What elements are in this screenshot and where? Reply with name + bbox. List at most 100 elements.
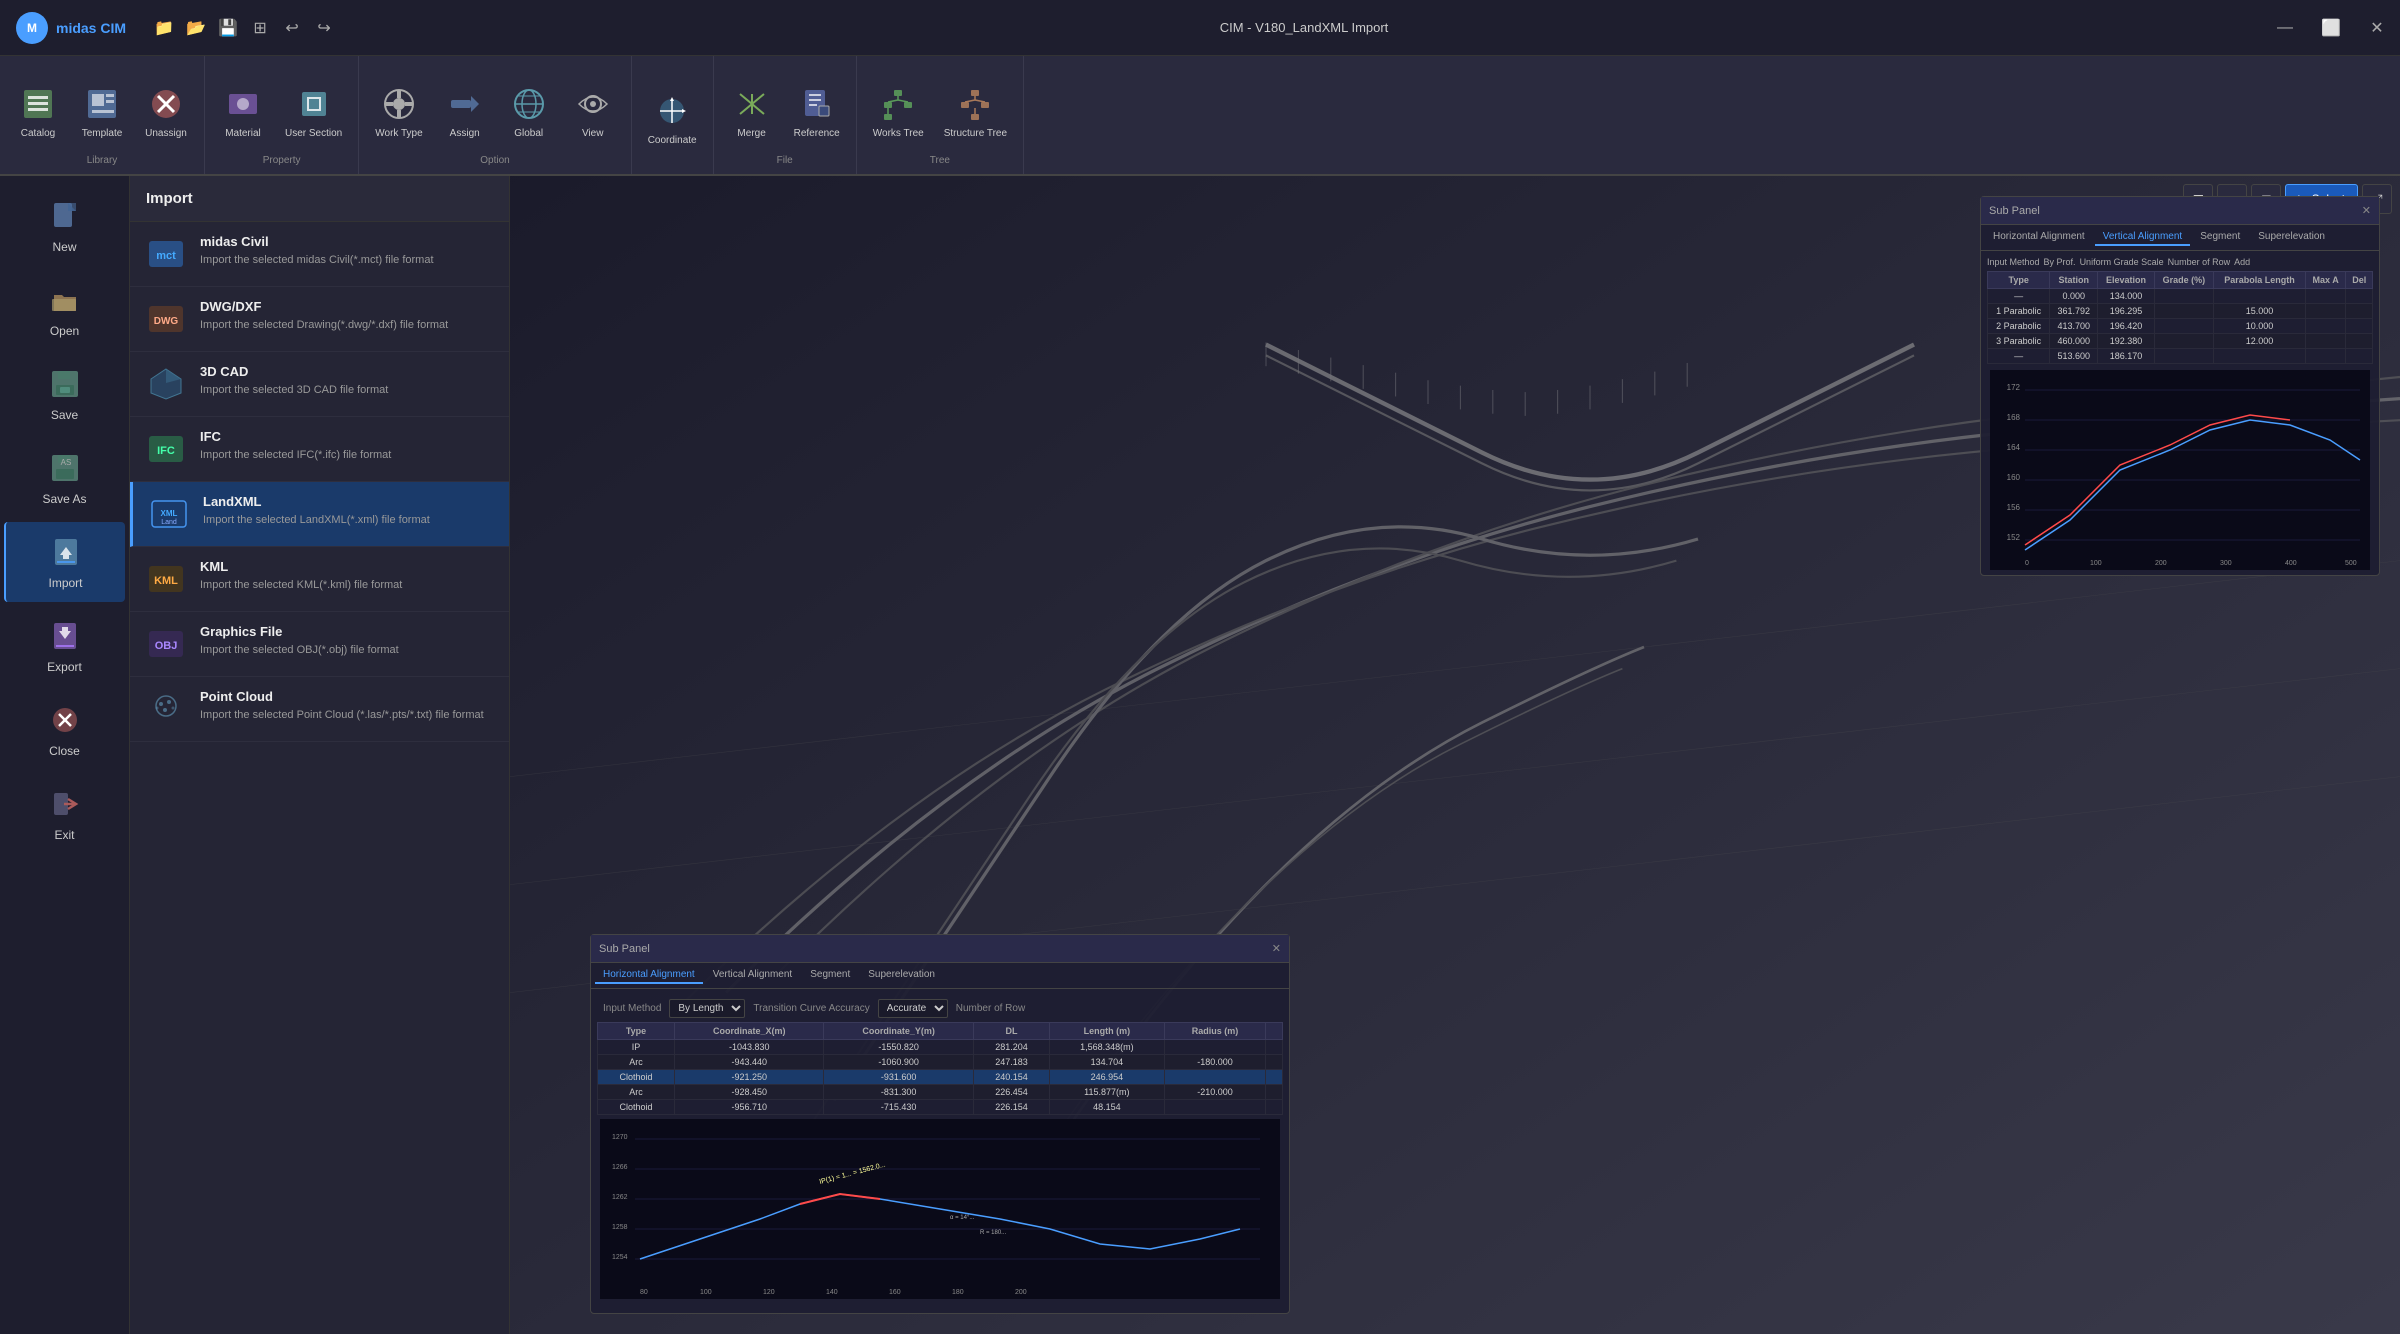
- transition-label: Transition Curve Accuracy: [753, 1003, 869, 1014]
- accuracy-select[interactable]: Accurate: [878, 999, 948, 1018]
- 3dcad-desc: Import the selected 3D CAD file format: [200, 383, 388, 398]
- tree-icons: Works Tree Structure Tree: [865, 60, 1015, 155]
- svg-text:400: 400: [2285, 560, 2297, 567]
- ribbon-user-section[interactable]: User Section: [277, 78, 350, 146]
- svg-text:1254: 1254: [612, 1254, 628, 1261]
- user-section-label: User Section: [285, 128, 342, 140]
- property-section-label: Property: [263, 155, 301, 170]
- landxml-desc: Import the selected LandXML(*.xml) file …: [203, 513, 430, 528]
- import-item-3dcad[interactable]: 3D CAD Import the selected 3D CAD file f…: [130, 352, 509, 417]
- svg-text:XML: XML: [161, 509, 178, 518]
- tab-vertical-align-b[interactable]: Vertical Alignment: [705, 967, 801, 984]
- catalog-label: Catalog: [21, 128, 55, 140]
- svg-text:80: 80: [640, 1289, 648, 1296]
- merge-icon: [732, 84, 772, 124]
- unassign-icon: [146, 84, 186, 124]
- tab-vertical-align-r[interactable]: Vertical Alignment: [2095, 229, 2191, 246]
- sidebar-item-exit[interactable]: Exit: [4, 774, 125, 854]
- ribbon-merge[interactable]: Merge: [722, 78, 782, 146]
- import-icon: [48, 534, 84, 570]
- ribbon-reference[interactable]: Reference: [786, 78, 848, 146]
- input-row-horiz: Input Method By Length Transition Curve …: [597, 995, 1283, 1022]
- grid-tool[interactable]: ⊞: [246, 14, 274, 42]
- import-item-point-cloud[interactable]: Point Cloud Import the selected Point Cl…: [130, 677, 509, 742]
- midas-civil-icon: mct: [146, 234, 186, 274]
- col-radius: Radius (m): [1164, 1023, 1266, 1040]
- ribbon-section-coord: Coordinate: [632, 56, 714, 174]
- ribbon-catalog[interactable]: Catalog: [8, 78, 68, 146]
- import-item-kml[interactable]: KML KML Import the selected KML(*.kml) f…: [130, 547, 509, 612]
- ribbon-template[interactable]: Template: [72, 78, 132, 146]
- sidebar-item-new[interactable]: New: [4, 186, 125, 266]
- svg-text:180: 180: [952, 1289, 964, 1296]
- minimize-button[interactable]: —: [2262, 0, 2308, 56]
- tab-segment-r[interactable]: Segment: [2192, 229, 2248, 246]
- sidebar-item-import[interactable]: Import: [4, 522, 125, 602]
- ribbon-section-property: Material User Section Property: [205, 56, 359, 174]
- save-tool[interactable]: 💾: [214, 14, 242, 42]
- open-file-tool[interactable]: 📂: [182, 14, 210, 42]
- ribbon-global[interactable]: Global: [499, 78, 559, 146]
- import-item-graphics[interactable]: OBJ Graphics File Import the selected OB…: [130, 612, 509, 677]
- col-parabola: Parabola Length: [2214, 272, 2306, 289]
- 3dcad-icon: [146, 364, 186, 404]
- tab-super-b[interactable]: Superelevation: [860, 967, 943, 984]
- tab-horizontal-align-r[interactable]: Horizontal Alignment: [1985, 229, 2093, 246]
- ribbon-work-type[interactable]: Work Type: [367, 78, 430, 146]
- ribbon-unassign[interactable]: Unassign: [136, 78, 196, 146]
- tab-horizontal-align-b[interactable]: Horizontal Alignment: [595, 967, 703, 984]
- maximize-button[interactable]: ⬜: [2308, 0, 2354, 56]
- ribbon-works-tree[interactable]: Works Tree: [865, 78, 932, 146]
- ribbon-assign[interactable]: Assign: [435, 78, 495, 146]
- kml-icon: KML: [146, 559, 186, 599]
- ifc-title: IFC: [200, 429, 391, 444]
- import-item-dwg[interactable]: DWG DWG/DXF Import the selected Drawing(…: [130, 287, 509, 352]
- sidebar-open-label: Open: [50, 324, 79, 338]
- tree-section-label: Tree: [930, 155, 950, 170]
- material-icon: [223, 84, 263, 124]
- col-type-b: Type: [598, 1023, 675, 1040]
- ribbon-coordinate[interactable]: Coordinate: [640, 85, 705, 153]
- window-controls: — ⬜ ✕: [2262, 0, 2400, 56]
- title-bar-tools: 📁 📂 💾 ⊞ ↩ ↪: [142, 14, 346, 42]
- svg-text:100: 100: [2090, 560, 2102, 567]
- close-button[interactable]: ✕: [2354, 0, 2400, 56]
- logo-text: midas CIM: [56, 20, 126, 36]
- sub-panel-right-tabs: Horizontal Alignment Vertical Alignment …: [1981, 225, 2379, 251]
- svg-text:140: 140: [826, 1289, 838, 1296]
- sub-panel-right-close[interactable]: ✕: [2362, 204, 2371, 217]
- landxml-title: LandXML: [203, 494, 430, 509]
- import-item-landxml[interactable]: XML Land LandXML Import the selected Lan…: [130, 482, 509, 547]
- import-item-ifc[interactable]: IFC IFC Import the selected IFC(*.ifc) f…: [130, 417, 509, 482]
- new-file-tool[interactable]: 📁: [150, 14, 178, 42]
- import-item-midas-civil[interactable]: mct midas Civil Import the selected mida…: [130, 222, 509, 287]
- sub-panel-right-content: Input Method By Prof. Uniform Grade Scal…: [1981, 251, 2379, 575]
- undo-tool[interactable]: ↩: [278, 14, 306, 42]
- col-extra: [1266, 1023, 1283, 1040]
- sub-panel-bottom-close[interactable]: ✕: [1272, 942, 1281, 955]
- sidebar-item-close[interactable]: Close: [4, 690, 125, 770]
- horizontal-align-table: Type Coordinate_X(m) Coordinate_Y(m) DL …: [597, 1022, 1283, 1115]
- tab-segment-b[interactable]: Segment: [802, 967, 858, 984]
- graphics-title: Graphics File: [200, 624, 399, 639]
- num-rows-label: Number of Row: [2168, 257, 2231, 267]
- reference-label: Reference: [794, 128, 840, 140]
- svg-text:300: 300: [2220, 560, 2232, 567]
- ribbon: Catalog Template: [0, 56, 2400, 176]
- ribbon-view[interactable]: View: [563, 78, 623, 146]
- sidebar-exit-label: Exit: [54, 828, 74, 842]
- redo-tool[interactable]: ↪: [310, 14, 338, 42]
- input-method-select[interactable]: By Length: [669, 999, 745, 1018]
- sidebar-item-open[interactable]: Open: [4, 270, 125, 350]
- sidebar-item-save-as[interactable]: AS Save As: [4, 438, 125, 518]
- svg-text:1258: 1258: [612, 1224, 628, 1231]
- panel-right-controls: Input Method By Prof. Uniform Grade Scal…: [1987, 257, 2373, 267]
- sidebar-item-save[interactable]: Save: [4, 354, 125, 434]
- title-bar: M midas CIM 📁 📂 💾 ⊞ ↩ ↪ CIM - V180_LandX…: [0, 0, 2400, 56]
- ribbon-material[interactable]: Material: [213, 78, 273, 146]
- sidebar-close-label: Close: [49, 744, 80, 758]
- ribbon-structure-tree[interactable]: Structure Tree: [936, 78, 1015, 146]
- sidebar-item-export[interactable]: Export: [4, 606, 125, 686]
- tab-super-r[interactable]: Superelevation: [2250, 229, 2333, 246]
- dwg-title: DWG/DXF: [200, 299, 448, 314]
